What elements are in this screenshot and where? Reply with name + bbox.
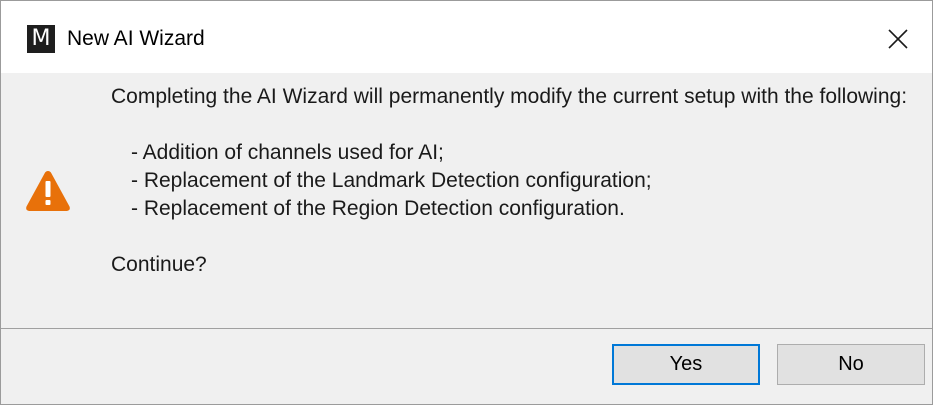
dialog-window: M New AI Wizard Completing the AI Wizard…	[0, 0, 933, 405]
message-text: Completing the AI Wizard will permanentl…	[111, 83, 921, 279]
yes-button[interactable]: Yes	[612, 344, 760, 385]
list-item: - Replacement of the Region Detection co…	[131, 197, 625, 220]
title-bar: M New AI Wizard	[1, 1, 932, 73]
no-button[interactable]: No	[777, 344, 925, 385]
message-intro: Completing the AI Wizard will permanentl…	[111, 85, 908, 108]
close-icon	[888, 29, 908, 49]
message-area: Completing the AI Wizard will permanentl…	[1, 73, 932, 329]
warning-icon	[26, 171, 70, 211]
app-logo-icon: M	[27, 25, 55, 53]
close-button[interactable]	[878, 21, 918, 57]
change-list: - Addition of channels used for AI; - Re…	[111, 139, 921, 223]
message-question: Continue?	[111, 253, 207, 276]
window-title: New AI Wizard	[67, 27, 205, 50]
list-item: - Addition of channels used for AI;	[131, 141, 444, 164]
button-row: Yes No	[1, 329, 932, 406]
list-item: - Replacement of the Landmark Detection …	[131, 169, 652, 192]
app-logo-letter: M	[31, 26, 51, 51]
